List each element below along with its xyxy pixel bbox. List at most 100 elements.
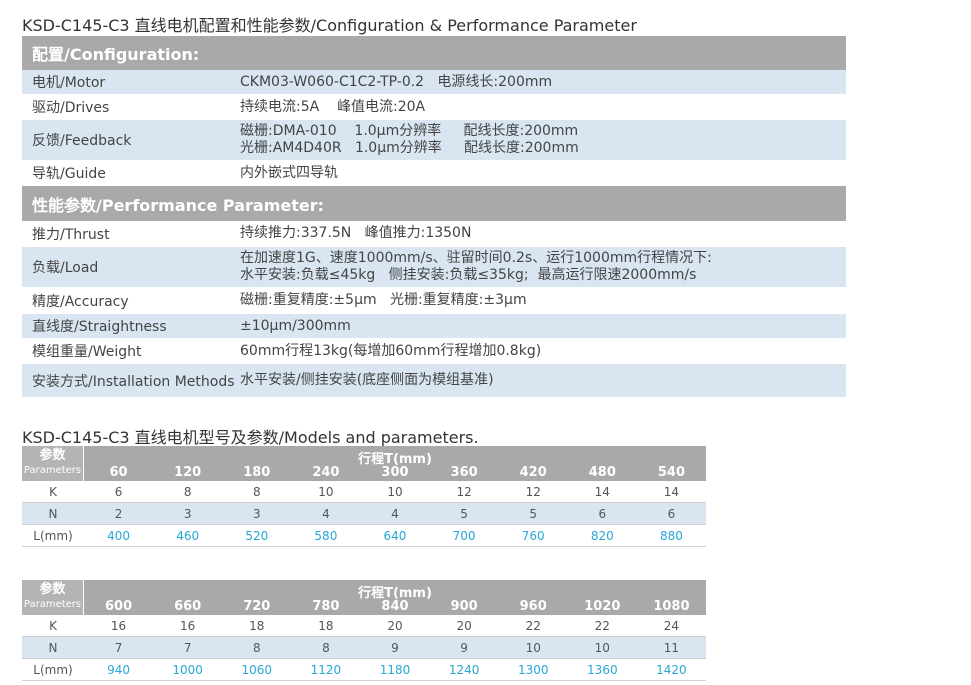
travel-value: 300 [381, 465, 409, 480]
spec-row: 直线度/Straightness ±10μm/300mm [22, 314, 846, 339]
row-value: 5 [460, 506, 468, 521]
models-table-header: 参数 Parameters 行程T(mm) 60 120 180 240 300 360 420 4… [22, 446, 706, 481]
spec-value: CKM03-W060-C1C2-TP-0.2 电源线长:200mm [240, 74, 846, 91]
row-value: 880 [659, 528, 683, 543]
models-table-1: 参数 Parameters 行程T(mm) 60 120 180 240 300 360 420 4… [22, 446, 706, 547]
travel-value: 900 [450, 599, 478, 614]
spec-value: 持续推力:337.5N 峰值推力:1350N [240, 225, 846, 242]
spec-table: 配置/Configuration: 电机/Motor CKM03-W060-C1C… [22, 36, 846, 398]
row-key: L(mm) [33, 528, 73, 543]
row-value: 8 [252, 484, 261, 499]
spec-key: 直线度/Straightness [32, 319, 167, 335]
row-value: 1180 [379, 662, 411, 677]
travel-value: 420 [519, 465, 547, 480]
row-value: 22 [594, 618, 610, 633]
travel-value: 60 [109, 465, 128, 480]
spec-key: 推力/Thrust [32, 226, 110, 243]
row-value: 820 [590, 528, 614, 543]
row-value: 20 [456, 618, 472, 633]
row-value: 4 [322, 506, 330, 521]
spec-value-line: ±10μm/300mm [240, 317, 351, 334]
spec-row: 安装方式/Installation Methods 水平安装/侧挂安装(底座侧面为… [22, 364, 846, 398]
row-key: K [49, 484, 57, 499]
spec-row: 精度/Accuracy 磁栅:重复精度:±5μm 光栅:重复精度:±3μm [22, 288, 846, 314]
row-value: 22 [525, 618, 541, 633]
models-table-row: K 16 16 18 18 20 20 22 22 24 [22, 615, 706, 637]
page-title: KSD-C145-C3 直线电机配置和性能参数/Configuration & … [22, 16, 637, 35]
spec-key: 驱动/Drives [32, 100, 110, 116]
row-value: 700 [452, 528, 476, 543]
row-value: 10 [525, 640, 541, 655]
row-value: 760 [521, 528, 545, 543]
row-value: 20 [387, 618, 403, 633]
spec-row: 模组重量/Weight 60mm行程13kg(每增加60mm行程增加0.8kg) [22, 339, 846, 364]
parameters-label-en: Parameters [23, 465, 82, 476]
travel-value: 360 [450, 465, 478, 480]
row-value: 16 [110, 618, 127, 633]
travel-value: 660 [174, 599, 202, 614]
spec-value: 在加速度1G、速度1000mm/s、驻留时间0.2s、运行1000mm行程情况下… [240, 250, 846, 284]
row-value: 460 [176, 528, 200, 543]
row-key: K [49, 618, 57, 633]
row-value: 4 [391, 506, 399, 521]
spec-value-line: 内外嵌式四导轨 [240, 164, 338, 181]
spec-value-line: 磁栅:重复精度:±5μm 光栅:重复精度:±3μm [240, 292, 527, 308]
row-value: 18 [249, 618, 265, 633]
spec-key: 反馈/Feedback [32, 133, 132, 149]
travel-value: 240 [312, 465, 340, 480]
spec-key: 导轨/Guide [32, 166, 106, 182]
travel-value: 540 [657, 465, 685, 480]
spec-row: 导轨/Guide 内外嵌式四导轨 [22, 161, 846, 186]
row-value: 940 [107, 662, 130, 677]
row-value: 8 [322, 640, 330, 655]
travel-value: 720 [243, 599, 271, 614]
spec-value-line: 磁栅:DMA-010 1.0μm分辨率 配线长度:200mm [240, 123, 579, 139]
row-value: 3 [183, 506, 192, 521]
spec-key: 精度/Accuracy [32, 293, 129, 310]
row-value: 24 [663, 618, 680, 633]
models-table-row: K 6 8 8 10 10 12 12 14 14 [22, 481, 706, 503]
row-value: 1240 [448, 662, 480, 677]
row-value: 16 [180, 618, 196, 633]
row-value: 6 [598, 506, 607, 521]
row-value: 8 [183, 484, 192, 499]
row-value: 2 [114, 506, 123, 521]
spec-value-line: 60mm行程13kg(每增加60mm行程增加0.8kg) [240, 342, 542, 359]
travel-value: 1020 [584, 599, 621, 614]
models-table-row: N 2 3 3 4 4 5 5 6 6 [22, 503, 706, 525]
parameters-label-zh: 参数 [39, 582, 66, 597]
parameters-label-en: Parameters [23, 599, 82, 610]
row-value: 6 [114, 484, 123, 499]
row-value: 520 [245, 528, 269, 543]
row-value: 10 [594, 640, 610, 655]
parameters-header-cell: 参数 Parameters [22, 446, 84, 481]
row-value: 12 [525, 484, 541, 499]
row-value: 1360 [587, 662, 618, 677]
parameters-label-zh: 参数 [39, 448, 66, 463]
spec-row: 推力/Thrust 持续推力:337.5N 峰值推力:1350N [22, 221, 846, 247]
travel-value: 840 [381, 599, 409, 614]
spec-value-line: 水平安装:负载≤45kg 侧挂安装:负载≤35kg; 最高运行限速2000mm/… [240, 267, 697, 283]
row-value: 7 [183, 640, 192, 655]
row-key: L(mm) [33, 662, 73, 677]
spec-value: 持续电流:5A 峰值电流:20A [240, 99, 846, 116]
row-value: 6 [667, 506, 676, 521]
spec-value: ±10μm/300mm [240, 318, 846, 335]
row-value: 7 [114, 640, 123, 655]
row-value: 1120 [310, 662, 342, 677]
performance-section-header: 性能参数/Performance Parameter: [22, 186, 846, 221]
row-value: 11 [663, 640, 680, 655]
spec-value-line: 光栅:AM4D40R 1.0μm分辨率 配线长度:200mm [240, 140, 579, 156]
models-title: KSD-C145-C3 直线电机型号及参数/Models and paramet… [22, 428, 479, 447]
spec-key: 模组重量/Weight [32, 344, 142, 360]
row-value: 5 [529, 506, 538, 521]
travel-value: 1080 [653, 599, 690, 614]
spec-value: 60mm行程13kg(每增加60mm行程增加0.8kg) [240, 343, 846, 360]
travel-value: 600 [104, 599, 133, 614]
row-value: 1300 [517, 662, 549, 677]
spec-value-line: 持续电流:5A 峰值电流:20A [240, 98, 426, 115]
row-key: N [48, 640, 58, 655]
row-value: 580 [314, 528, 338, 543]
models-table-header: 参数 Parameters 行程T(mm) 600 660 720 780 840 900 960… [22, 580, 706, 615]
travel-value: 480 [588, 465, 616, 480]
